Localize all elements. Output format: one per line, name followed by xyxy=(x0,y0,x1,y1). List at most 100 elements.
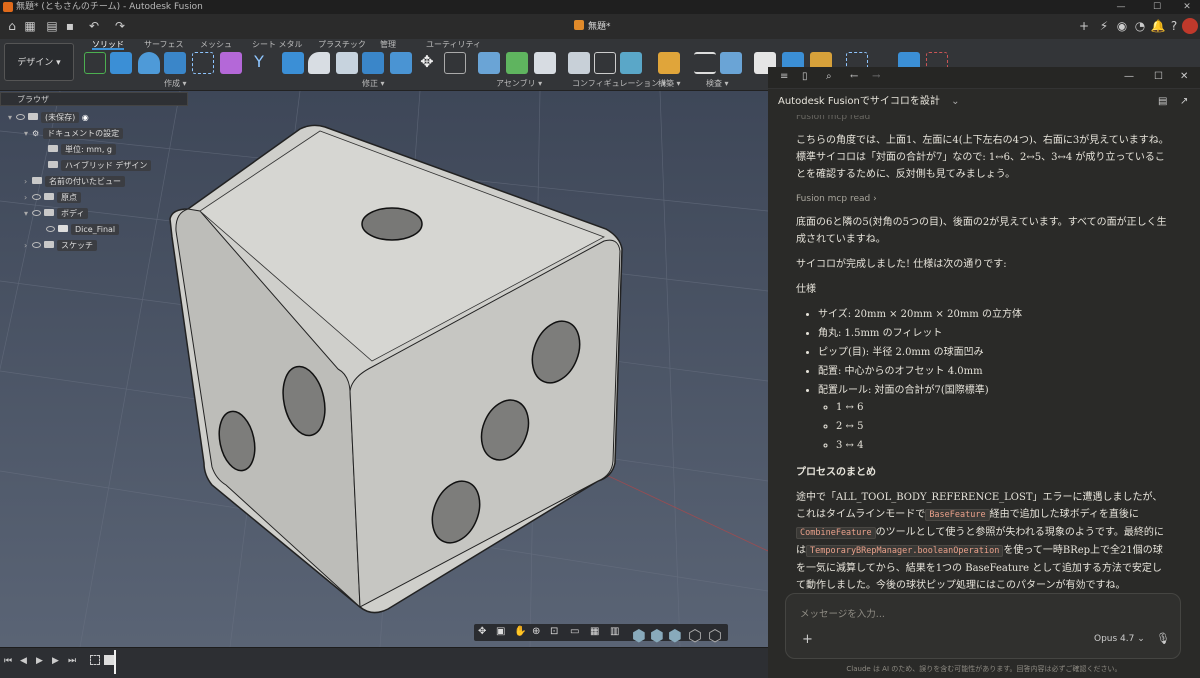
visibility-eye-icon[interactable] xyxy=(32,194,41,200)
browser-item-hybrid[interactable]: ハイブリッド デザイン xyxy=(48,158,152,173)
conversation-title[interactable]: Autodesk Fusionでサイコロを設計 xyxy=(778,96,940,107)
align-icon[interactable] xyxy=(444,52,466,74)
browser-item-doc-settings[interactable]: ▾ ⚙ ドキュメントの設定 xyxy=(24,126,124,141)
as-built-joint-icon[interactable] xyxy=(534,52,556,74)
browser-item-units[interactable]: 単位: mm, g xyxy=(48,142,116,157)
new-component-icon[interactable] xyxy=(478,52,500,74)
construction-plane-icon[interactable] xyxy=(658,52,680,74)
active-component-icon[interactable]: ◉ xyxy=(82,113,89,122)
timeline-prev-icon[interactable]: ◀ xyxy=(20,656,27,666)
view-cube-5-icon[interactable]: ⬡ xyxy=(708,626,722,645)
new-tab-icon[interactable]: + xyxy=(1076,18,1092,34)
view-cube-3-icon[interactable]: ⬢ xyxy=(668,626,682,645)
browser-header[interactable]: ブラウザ xyxy=(0,92,188,106)
measure-icon[interactable] xyxy=(694,52,716,74)
view-cube-4-icon[interactable]: ⬡ xyxy=(688,626,702,645)
search-icon[interactable]: ⌕ xyxy=(826,71,832,82)
timeline-end-icon[interactable]: ⏭ xyxy=(68,656,76,666)
chevron-down-icon[interactable]: ⌄ xyxy=(951,96,959,107)
redo-icon[interactable]: ↷ xyxy=(112,18,128,34)
forward-icon[interactable]: → xyxy=(872,71,880,82)
tab-utilities[interactable]: ユーティリティ xyxy=(426,39,481,50)
viewports-icon[interactable]: ▥ xyxy=(610,626,619,637)
document-icon[interactable]: ▤ xyxy=(1158,89,1167,115)
derive-icon[interactable]: Y xyxy=(248,52,270,74)
pan-icon[interactable]: ✋ xyxy=(514,626,526,637)
browser-item-bodies[interactable]: ▾ ボディ xyxy=(24,206,89,221)
tab-sheet-metal[interactable]: シート メタル xyxy=(252,39,303,50)
construct-group-label[interactable]: 構築 ▾ xyxy=(658,78,681,89)
dice-model[interactable] xyxy=(169,124,623,614)
orbit-icon[interactable]: ✥ xyxy=(478,626,486,637)
tab-surface[interactable]: サーフェス xyxy=(144,39,184,50)
back-icon[interactable]: ← xyxy=(850,71,858,82)
browser-item-sketches[interactable]: › スケッチ xyxy=(24,238,97,253)
assembly-group-label[interactable]: アセンブリ ▾ xyxy=(496,78,542,89)
model-selector[interactable]: Opus 4.7 ⌄ xyxy=(1094,634,1145,644)
job-status-icon[interactable]: ◔ xyxy=(1132,18,1148,34)
fit-icon[interactable]: ⊡ xyxy=(550,626,558,637)
workspace-switcher[interactable]: デザイン ▾ xyxy=(4,43,74,81)
configuration-table-icon[interactable] xyxy=(594,52,616,74)
visibility-eye-icon[interactable] xyxy=(32,242,41,248)
minimize-icon[interactable]: — xyxy=(1124,71,1134,82)
close-icon[interactable]: ✕ xyxy=(1180,71,1188,82)
grid-icon[interactable]: ▦ xyxy=(590,626,599,637)
shell-icon[interactable] xyxy=(336,52,358,74)
display-settings-icon[interactable]: ▭ xyxy=(570,626,579,637)
maximize-icon[interactable]: ☐ xyxy=(1154,71,1163,82)
browser-item-dice-body[interactable]: Dice_Final xyxy=(46,222,120,237)
online-status-icon[interactable]: ◉ xyxy=(1114,18,1130,34)
minimize-button[interactable]: — xyxy=(1110,0,1132,14)
joint-icon[interactable] xyxy=(506,52,528,74)
add-attachment-icon[interactable]: + xyxy=(802,632,813,647)
extrude-icon[interactable] xyxy=(110,52,132,74)
section-analysis-icon[interactable] xyxy=(720,52,742,74)
notifications-icon[interactable]: 🔔 xyxy=(1150,18,1166,34)
timeline-play-icon[interactable]: ▶ xyxy=(36,656,43,666)
modify-group-label[interactable]: 修正 ▾ xyxy=(362,78,385,89)
move-icon[interactable]: ✥ xyxy=(416,52,438,74)
timeline-start-icon[interactable]: ⏮ xyxy=(4,656,12,666)
timeline-feature-base-icon[interactable] xyxy=(104,655,114,665)
timeline-feature-sketch-icon[interactable] xyxy=(90,655,100,665)
tab-manage[interactable]: 管理 xyxy=(380,39,396,50)
tab-mesh[interactable]: メッシュ xyxy=(200,39,232,50)
message-input[interactable]: メッセージを入力... xyxy=(800,606,885,620)
undo-icon[interactable]: ↶ xyxy=(86,18,102,34)
combine-icon[interactable] xyxy=(362,52,384,74)
zoom-icon[interactable]: ⊕ xyxy=(532,626,540,637)
visibility-eye-icon[interactable] xyxy=(32,210,41,216)
microphone-icon[interactable]: 🎙 xyxy=(1156,632,1170,645)
tool-call-label[interactable]: Fusion mcp read xyxy=(796,115,1171,126)
tab-plastic[interactable]: プラスチック xyxy=(318,39,366,50)
press-pull-icon[interactable] xyxy=(282,52,304,74)
browser-root[interactable]: ▾ (未保存) ◉ xyxy=(8,110,89,125)
fillet-icon[interactable] xyxy=(308,52,330,74)
file-menu-icon[interactable]: ▤ xyxy=(44,18,60,34)
document-tab[interactable]: 無題* xyxy=(574,16,634,39)
visibility-eye-icon[interactable] xyxy=(46,226,55,232)
configuration-rule-icon[interactable] xyxy=(620,52,642,74)
tool-call-label[interactable]: Fusion mcp read › xyxy=(796,191,1171,208)
extensions-icon[interactable]: ⚡ xyxy=(1096,18,1112,34)
tab-solid[interactable]: ソリッド xyxy=(92,39,124,50)
data-panel-icon[interactable]: ▦ xyxy=(22,18,38,34)
rectangular-pattern-icon[interactable] xyxy=(192,52,214,74)
timeline-next-icon[interactable]: ▶ xyxy=(52,656,59,666)
avatar[interactable] xyxy=(1182,18,1198,34)
save-icon[interactable]: ▪ xyxy=(62,18,78,34)
view-cube-2-icon[interactable]: ⬢ xyxy=(650,626,664,645)
form-icon[interactable] xyxy=(220,52,242,74)
offset-face-icon[interactable] xyxy=(390,52,412,74)
message-input-box[interactable]: メッセージを入力... + Opus 4.7 ⌄ 🎙 xyxy=(785,593,1181,659)
home-icon[interactable]: ⌂ xyxy=(4,18,20,34)
configuration-group-label[interactable]: コンフィギュレーション ▾ xyxy=(572,78,666,89)
browser-item-origin[interactable]: › 原点 xyxy=(24,190,81,205)
inspect-group-label[interactable]: 検査 ▾ xyxy=(706,78,729,89)
create-group-label[interactable]: 作成 ▾ xyxy=(164,78,187,89)
sidebar-icon[interactable]: ▯ xyxy=(802,71,808,82)
maximize-button[interactable]: ☐ xyxy=(1146,0,1168,14)
help-icon[interactable]: ? xyxy=(1166,18,1182,34)
look-at-icon[interactable]: ▣ xyxy=(496,626,505,637)
